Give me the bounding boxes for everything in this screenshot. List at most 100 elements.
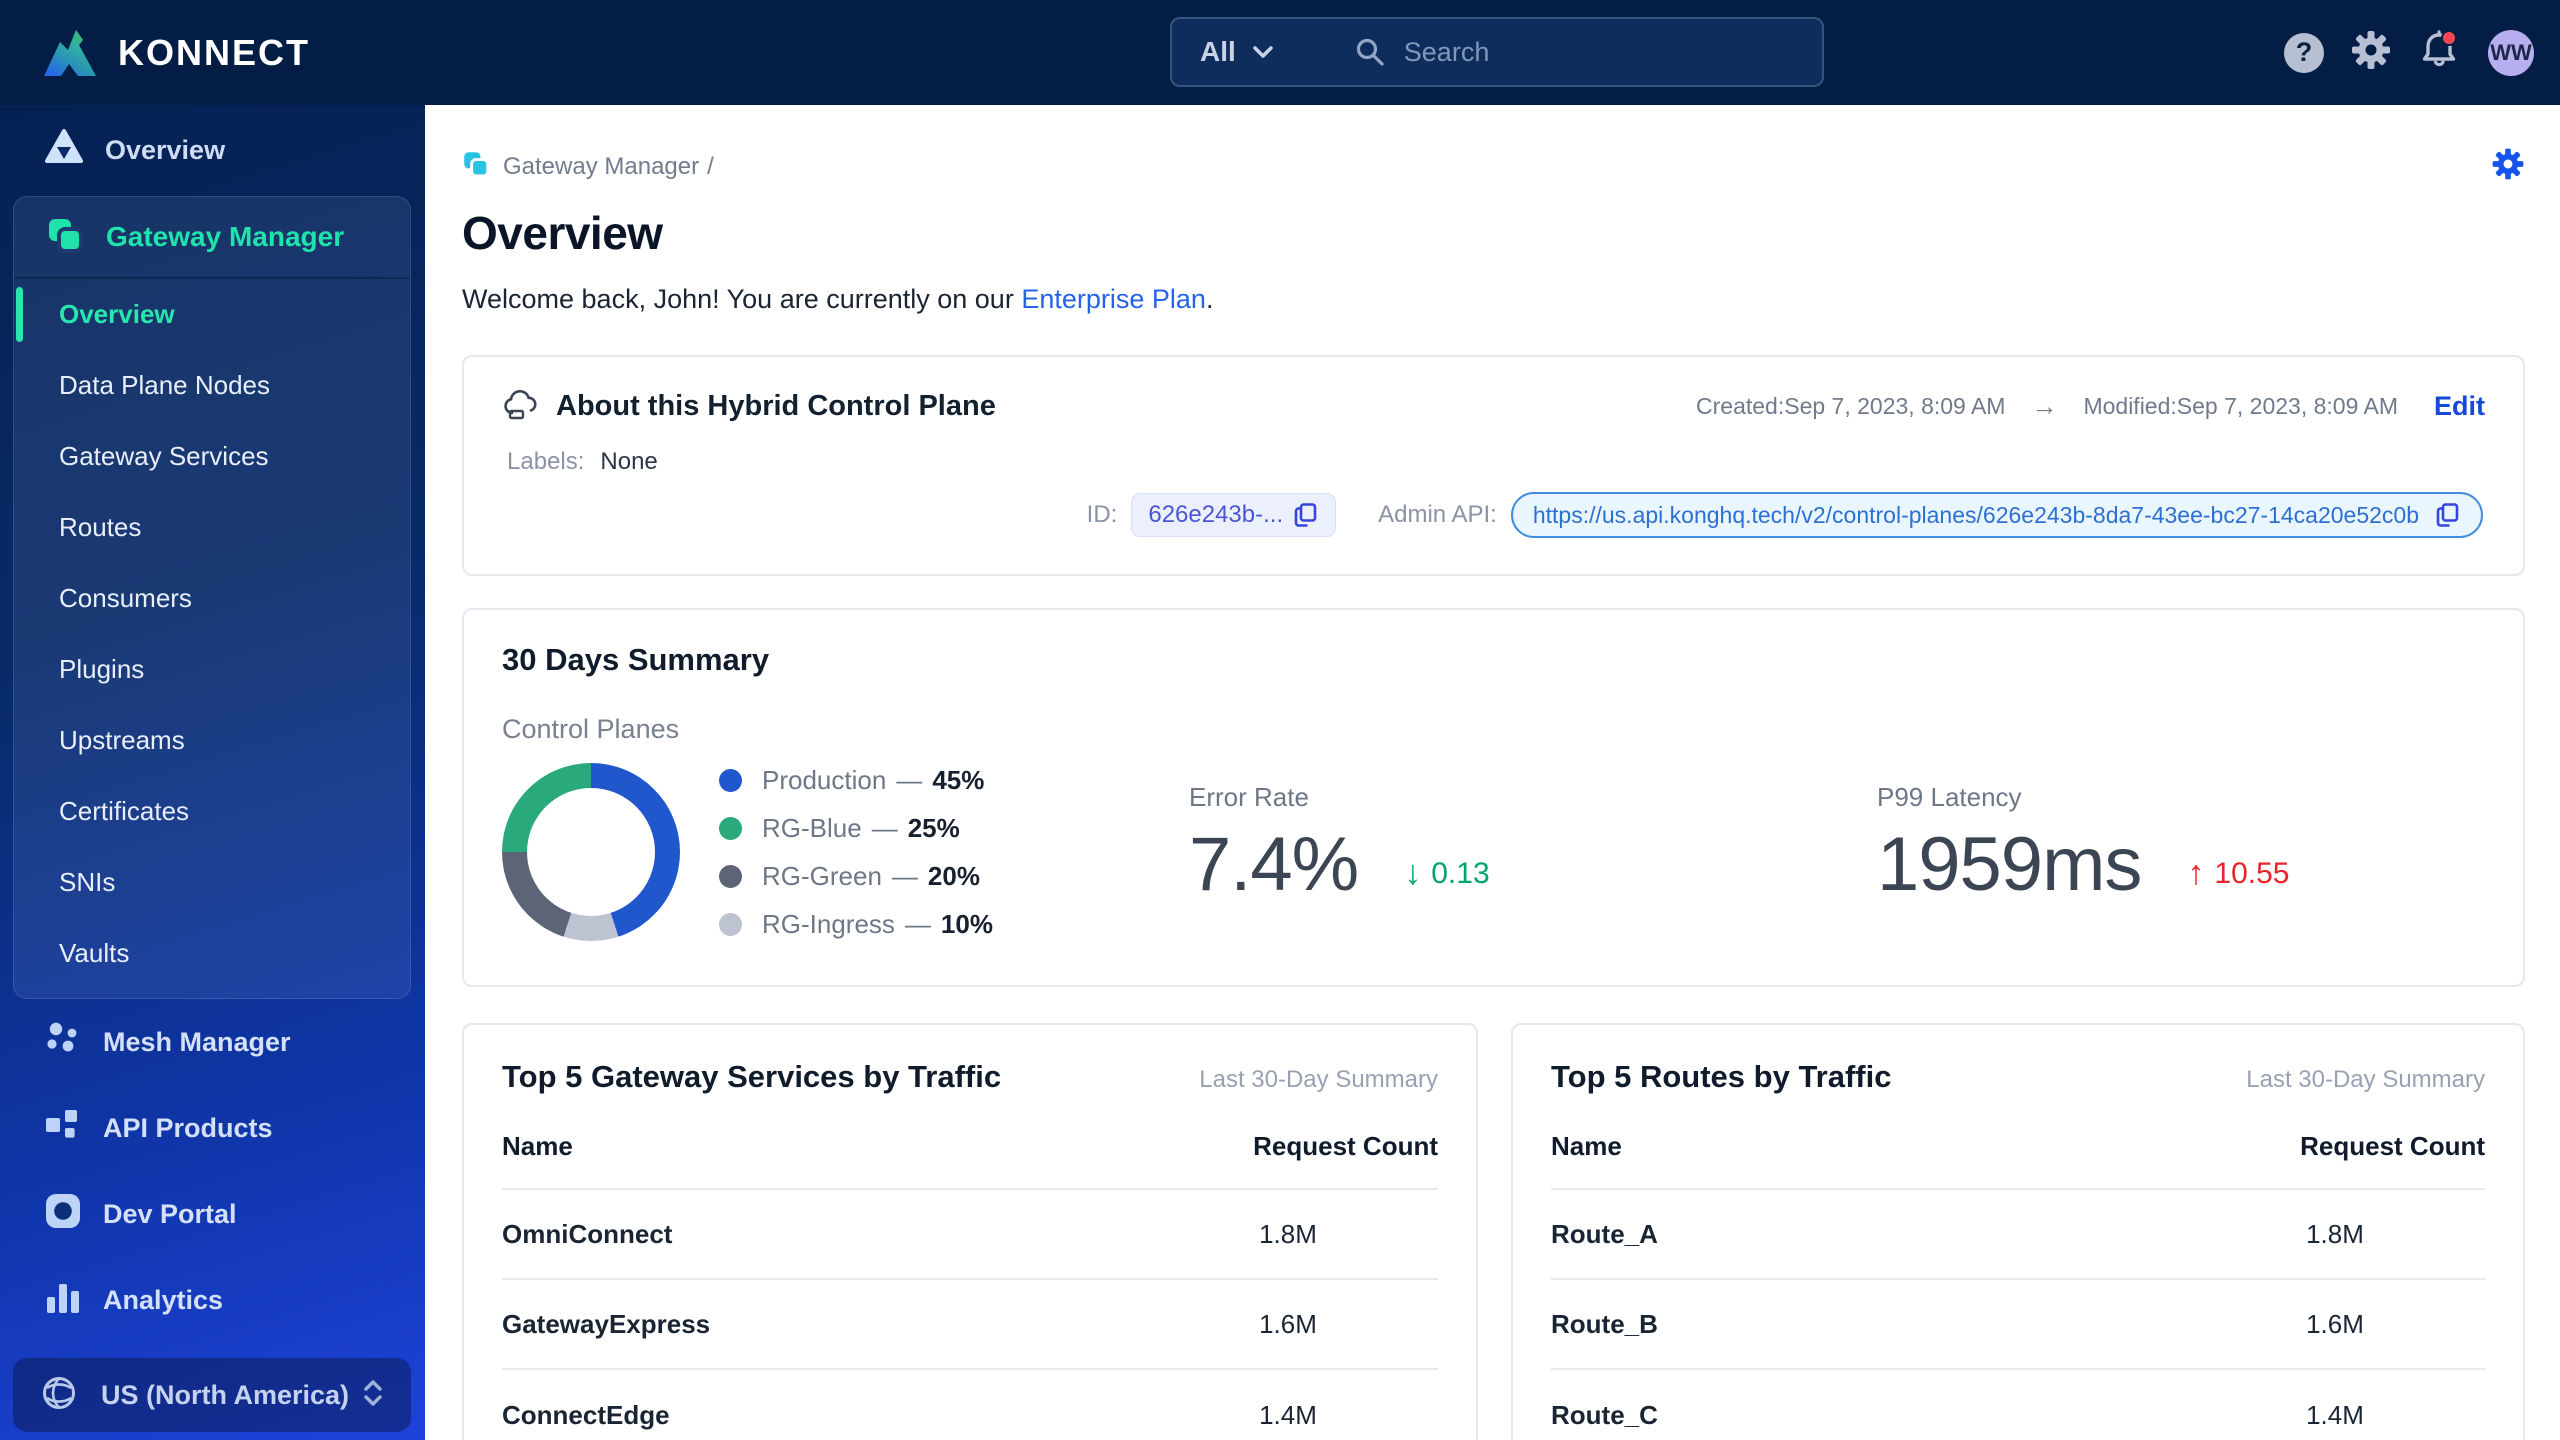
sidebar-item-overview[interactable]: Overview xyxy=(0,117,425,183)
control-plane-copies-icon xyxy=(46,216,84,259)
subitem-label: Upstreams xyxy=(59,725,185,755)
top-services-card: Top 5 Gateway Services by Traffic Last 3… xyxy=(462,1023,1478,1440)
request-count: 1.8M xyxy=(2306,1218,2364,1249)
sidebar-subitem-upstreams[interactable]: Upstreams xyxy=(14,705,410,776)
sidebar-subitem-vaults[interactable]: Vaults xyxy=(14,918,410,989)
admin-api-label: Admin API: xyxy=(1378,501,1497,528)
control-planes-label: Control Planes xyxy=(502,714,680,744)
breadcrumb-gateway-manager[interactable]: Gateway Manager xyxy=(462,150,699,183)
subitem-label: SNIs xyxy=(59,867,116,897)
sidebar: Overview Gateway Manager Overview Data P… xyxy=(0,105,425,1440)
about-card-title: About this Hybrid Control Plane xyxy=(556,390,996,422)
enterprise-plan-link[interactable]: Enterprise Plan xyxy=(1021,284,1206,314)
welcome-prefix: Welcome back, John! You are currently on… xyxy=(462,284,1022,314)
legend-label: RG-Blue xyxy=(762,812,862,843)
admin-api-pill[interactable]: https://us.api.konghq.tech/v2/control-pl… xyxy=(1510,492,2483,538)
edit-button[interactable]: Edit xyxy=(2434,391,2485,422)
topbar: KONNECT All Search ? WW xyxy=(0,0,2560,105)
p99-latency-delta: ↑ 10.55 xyxy=(2187,854,2289,893)
legend-label: RG-Ingress xyxy=(762,908,895,939)
sidebar-subitem-snis[interactable]: SNIs xyxy=(14,847,410,918)
cloud-icon xyxy=(502,387,540,426)
request-count: 1.4M xyxy=(1259,1399,1317,1430)
sidebar-item-label: Overview xyxy=(105,134,226,165)
table-header: Name Request Count xyxy=(502,1131,1438,1162)
labels-row: Labels: None xyxy=(507,448,2485,476)
kong-logo-icon xyxy=(38,18,102,87)
legend-value: 20% xyxy=(927,860,980,891)
labels-label: Labels: xyxy=(507,448,585,475)
service-name: OmniConnect xyxy=(502,1218,673,1249)
search-input[interactable]: Search xyxy=(1404,37,1490,68)
legend-label: Production xyxy=(762,764,887,795)
brand-wordmark: KONNECT xyxy=(118,31,310,73)
global-search[interactable]: All Search xyxy=(1170,17,1824,87)
sidebar-item-analytics[interactable]: Analytics xyxy=(0,1265,425,1335)
sidebar-subitem-certificates[interactable]: Certificates xyxy=(14,776,410,847)
dev-portal-icon xyxy=(45,1193,81,1236)
legend-dot xyxy=(719,864,742,888)
notifications-bell-icon[interactable] xyxy=(2418,28,2462,77)
analytics-bars-icon xyxy=(45,1279,81,1322)
sidebar-subitem-consumers[interactable]: Consumers xyxy=(14,563,410,634)
arrow-right-icon: → xyxy=(2031,391,2058,421)
sidebar-item-gateway-manager[interactable]: Gateway Manager xyxy=(14,197,410,279)
legend-item: Production —45% xyxy=(719,765,993,796)
globe-icon xyxy=(41,1375,77,1416)
table-row: Route_B 1.6M xyxy=(1551,1280,2485,1370)
main-content: Gateway Manager / Overview Welcome back,… xyxy=(425,105,2560,1440)
legend-item: RG-Blue —25% xyxy=(719,813,993,844)
sidebar-subitem-data-plane-nodes[interactable]: Data Plane Nodes xyxy=(14,350,410,421)
labels-value: None xyxy=(600,448,658,475)
identifiers-row: ID: 626e243b-... Admin API: https://us.a… xyxy=(502,492,2485,538)
id-value: 626e243b-... xyxy=(1148,501,1284,528)
error-rate-label: Error Rate xyxy=(1189,782,1309,812)
sidebar-item-api-products[interactable]: API Products xyxy=(0,1093,425,1163)
error-rate-value: 7.4% xyxy=(1189,822,1359,907)
control-planes-donut xyxy=(502,763,680,941)
sidebar-subitem-overview[interactable]: Overview xyxy=(14,279,410,350)
modified-timestamp: Modified:Sep 7, 2023, 8:09 AM xyxy=(2083,393,2398,419)
sidebar-item-mesh-manager[interactable]: Mesh Manager xyxy=(0,1007,425,1077)
help-icon[interactable]: ? xyxy=(2284,32,2324,73)
arrow-down-icon: ↓ xyxy=(1404,854,1422,892)
breadcrumb-label: Gateway Manager xyxy=(503,152,700,180)
request-count: 1.8M xyxy=(1259,1218,1317,1249)
request-count: 1.6M xyxy=(1259,1308,1317,1339)
brand[interactable]: KONNECT xyxy=(38,18,310,87)
avatar[interactable]: WW xyxy=(2488,29,2534,76)
about-card-meta: Created:Sep 7, 2023, 8:09 AM → Modified:… xyxy=(1696,391,2398,422)
top-routes-card: Top 5 Routes by Traffic Last 30-Day Summ… xyxy=(1511,1023,2525,1440)
page-settings-gear-icon[interactable] xyxy=(2491,147,2525,186)
legend-dot xyxy=(719,912,742,936)
sidebar-subitem-routes[interactable]: Routes xyxy=(14,492,410,563)
admin-api-url: https://us.api.konghq.tech/v2/control-pl… xyxy=(1532,501,2419,528)
control-plane-id-pill[interactable]: 626e243b-... xyxy=(1131,493,1337,537)
welcome-suffix: . xyxy=(1205,284,1214,314)
region-selector[interactable]: US (North America) xyxy=(13,1358,411,1432)
service-name: GatewayExpress xyxy=(502,1308,711,1339)
request-count: 1.6M xyxy=(2306,1308,2364,1339)
search-scope-value[interactable]: All xyxy=(1200,36,1236,68)
sidebar-item-dev-portal[interactable]: Dev Portal xyxy=(0,1179,425,1249)
section-label: Mesh Manager xyxy=(103,1026,291,1057)
sidebar-subitem-plugins[interactable]: Plugins xyxy=(14,634,410,705)
control-plane-copies-icon xyxy=(462,150,490,183)
section-label: Analytics xyxy=(103,1284,224,1315)
column-name: Name xyxy=(1551,1131,1622,1161)
column-request-count: Request Count xyxy=(2300,1131,2485,1161)
sidebar-sections: Mesh Manager API Products Dev Portal Ana… xyxy=(0,1007,425,1351)
gear-icon[interactable] xyxy=(2350,29,2392,76)
services-card-subtitle: Last 30-Day Summary xyxy=(1199,1066,1438,1093)
p99-latency-value: 1959ms xyxy=(1877,822,2142,907)
page-title: Overview xyxy=(462,207,663,259)
legend-value: 45% xyxy=(932,764,985,795)
services-card-title: Top 5 Gateway Services by Traffic xyxy=(502,1059,1002,1094)
section-label: Dev Portal xyxy=(103,1198,237,1229)
sidebar-subitem-gateway-services[interactable]: Gateway Services xyxy=(14,421,410,492)
subitem-label: Routes xyxy=(59,512,142,542)
routes-card-subtitle: Last 30-Day Summary xyxy=(2246,1066,2485,1093)
legend-item: RG-Green —20% xyxy=(719,861,993,892)
copy-icon xyxy=(1294,503,1317,527)
chevron-down-icon[interactable] xyxy=(1252,45,1274,59)
